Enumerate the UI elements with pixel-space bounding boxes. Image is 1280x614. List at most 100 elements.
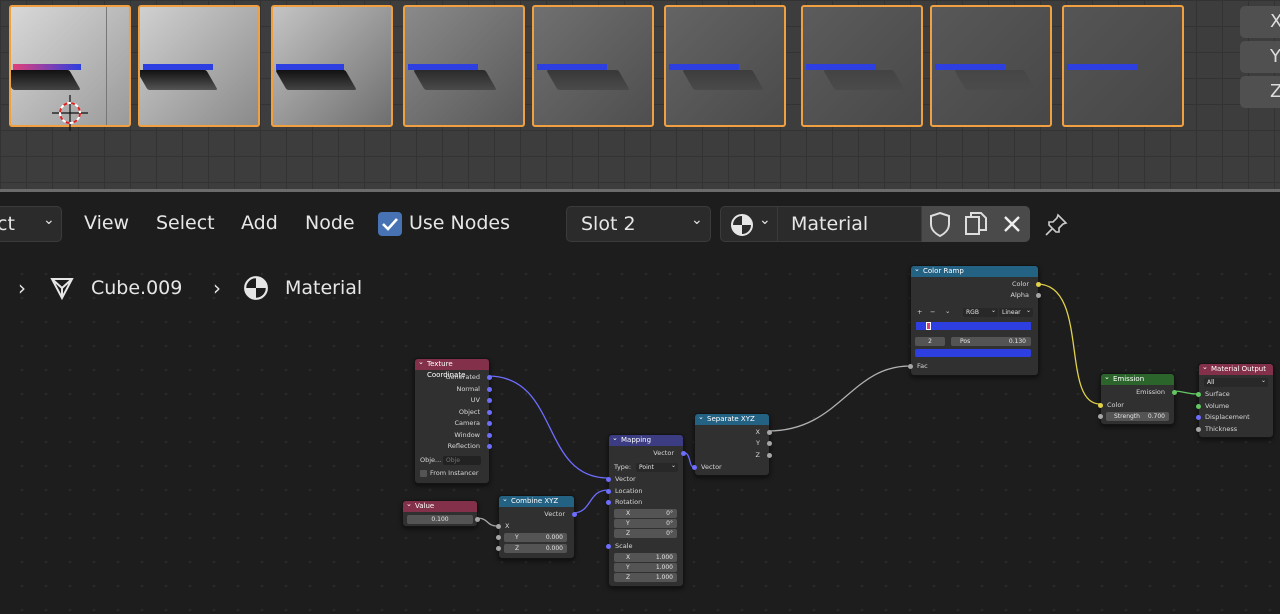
socket[interactable]	[1196, 427, 1201, 432]
socket[interactable]	[606, 544, 611, 549]
ramp-menu-button[interactable]: ⌄	[945, 306, 950, 316]
field-value: 0.130	[1008, 338, 1026, 345]
socket[interactable]	[572, 512, 577, 517]
socket[interactable]	[1196, 415, 1201, 420]
node-header[interactable]: Separate XYZ	[695, 412, 769, 425]
field-label: Z	[626, 530, 631, 537]
socket[interactable]	[1036, 282, 1041, 287]
input-vector: Vector	[701, 463, 722, 471]
scale-x-field[interactable]: X 1.000	[614, 553, 677, 562]
socket[interactable]	[487, 375, 492, 380]
node-texture-coordinate[interactable]: Texture Coordinate Generated Normal UV O…	[414, 357, 492, 484]
node-emission[interactable]: Emission Emission Color Strength 0.700	[1098, 372, 1177, 425]
socket[interactable]	[767, 441, 772, 446]
node-separate-xyz[interactable]: Separate XYZ X Y Z Vector	[692, 412, 772, 476]
socket[interactable]	[1036, 293, 1041, 298]
output-normal: Normal	[456, 385, 480, 393]
interpolation-dropdown[interactable]: Linear ⌄	[999, 307, 1033, 317]
output-z: Z	[755, 451, 760, 459]
from-instancer-label: From Instancer	[430, 469, 479, 477]
field-value: 0.000	[545, 545, 563, 552]
socket[interactable]	[496, 546, 501, 551]
socket[interactable]	[908, 364, 913, 369]
socket[interactable]	[606, 489, 611, 494]
socket[interactable]	[487, 421, 492, 426]
socket[interactable]	[1098, 403, 1103, 408]
chevron-down-icon: ⌄	[1025, 307, 1031, 314]
node-title: Emission	[1113, 375, 1145, 383]
input-y-field[interactable]: Y 0.000	[504, 533, 567, 542]
type-dropdown[interactable]: Point ⌄	[636, 462, 678, 472]
socket[interactable]	[767, 453, 772, 458]
socket[interactable]	[487, 387, 492, 392]
node-header[interactable]: Value	[403, 499, 477, 512]
socket[interactable]	[1196, 392, 1201, 397]
socket[interactable]	[1172, 390, 1177, 395]
object-label: Obje...	[420, 456, 442, 464]
ramp-stop-marker[interactable]	[926, 322, 931, 330]
socket[interactable]	[487, 444, 492, 449]
output-camera: Camera	[454, 419, 480, 427]
node-mapping[interactable]: Mapping Vector Type: Point ⌄ Vector Loca…	[606, 433, 686, 587]
rotation-x-field[interactable]: X 0°	[614, 509, 677, 518]
field-value: 0.000	[545, 534, 563, 541]
node-value[interactable]: Value 0.100	[402, 499, 480, 527]
remove-stop-button[interactable]: −	[930, 307, 935, 317]
node-combine-xyz[interactable]: Combine XYZ Vector X Y 0.000 Z 0.000	[496, 494, 577, 559]
rotation-y-field[interactable]: Y 0°	[614, 519, 677, 528]
socket[interactable]	[681, 451, 686, 456]
socket[interactable]	[496, 535, 501, 540]
node-header[interactable]: Material Output	[1199, 362, 1273, 375]
socket[interactable]	[1196, 404, 1201, 409]
target-dropdown[interactable]: All ⌄	[1204, 377, 1268, 387]
node-color-ramp[interactable]: Color Ramp Color Alpha + − ⌄ RGB ⌄ Linear…	[908, 264, 1041, 376]
socket[interactable]	[692, 465, 697, 470]
output-vector: Vector	[544, 510, 565, 518]
node-header[interactable]: Color Ramp	[911, 264, 1038, 277]
output-emission: Emission	[1136, 388, 1165, 396]
from-instancer-checkbox[interactable]	[420, 470, 427, 477]
socket[interactable]	[487, 398, 492, 403]
scale-y-field[interactable]: Y 1.000	[614, 563, 677, 572]
value-field[interactable]: 0.100	[407, 515, 473, 524]
socket[interactable]	[475, 517, 480, 522]
node-header[interactable]: Texture Coordinate	[415, 357, 489, 379]
socket[interactable]	[606, 477, 611, 482]
color-ramp-gradient[interactable]	[916, 322, 1031, 330]
output-uv: UV	[470, 396, 480, 404]
field-value: Linear	[1002, 309, 1021, 316]
color-mode-dropdown[interactable]: RGB ⌄	[963, 307, 998, 317]
stop-color-swatch[interactable]	[915, 349, 1031, 357]
input-fac: Fac	[917, 362, 928, 370]
socket[interactable]	[1098, 414, 1103, 419]
rotation-z-field[interactable]: Z 0°	[614, 529, 677, 538]
scale-z-field[interactable]: Z 1.000	[614, 573, 677, 582]
node-material-output[interactable]: Material Output All ⌄ Surface Volume Disp…	[1196, 362, 1274, 438]
field-label: Y	[515, 534, 519, 541]
strength-field[interactable]: Strength 0.700	[1106, 412, 1169, 421]
field-value: All	[1207, 379, 1215, 386]
socket[interactable]	[767, 430, 772, 435]
output-generated: Generated	[445, 373, 480, 381]
field-label: Z	[626, 574, 631, 581]
node-header[interactable]: Emission	[1101, 372, 1174, 385]
socket[interactable]	[606, 500, 611, 505]
node-header[interactable]: Combine XYZ	[499, 494, 574, 507]
input-z-field[interactable]: Z 0.000	[504, 544, 567, 553]
socket[interactable]	[496, 524, 501, 529]
field-value: 1.000	[655, 564, 673, 571]
node-title: Color Ramp	[923, 267, 964, 275]
field-value: 0°	[666, 520, 673, 527]
node-title: Separate XYZ	[707, 415, 755, 423]
stop-index-field[interactable]: 2	[915, 337, 945, 346]
node-header[interactable]: Mapping	[609, 433, 683, 446]
node-title: Material Output	[1211, 365, 1266, 373]
object-field[interactable]: Obje	[443, 456, 481, 465]
socket[interactable]	[487, 410, 492, 415]
field-value: RGB	[966, 309, 979, 316]
add-stop-button[interactable]: +	[917, 307, 922, 317]
stop-position-field[interactable]: Pos 0.130	[951, 337, 1031, 346]
socket[interactable]	[487, 433, 492, 438]
field-label: Strength	[1114, 413, 1140, 420]
output-vector: Vector	[653, 449, 674, 457]
